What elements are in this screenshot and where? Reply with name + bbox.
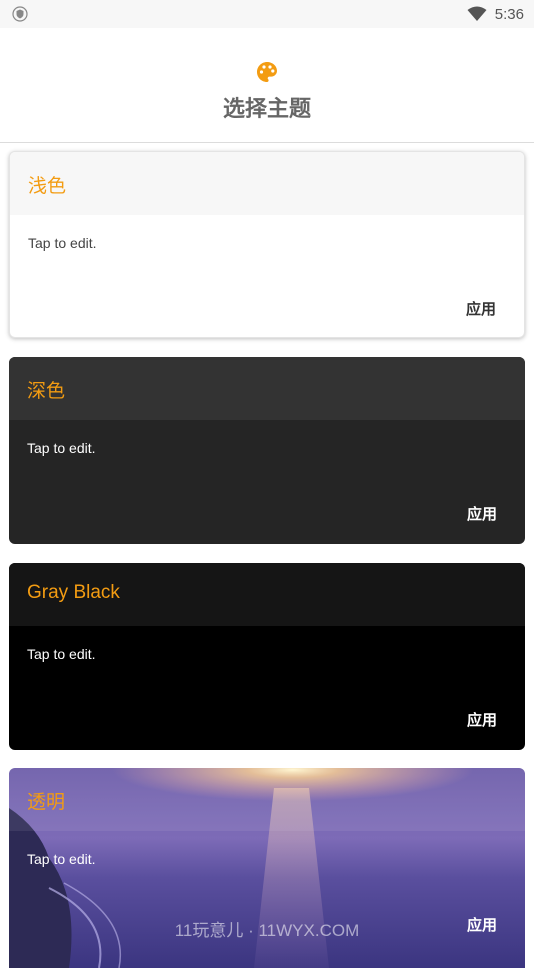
page-title: 选择主题 — [222, 97, 311, 122]
page-header: 选择主题 — [0, 28, 534, 143]
theme-card-gray-black[interactable]: Gray Black Tap to edit. 应用 — [9, 563, 525, 750]
wifi-icon — [467, 6, 487, 21]
theme-body-text[interactable]: Tap to edit. — [27, 440, 96, 456]
theme-name: Gray Black — [27, 582, 120, 603]
theme-card-header: 浅色 — [10, 152, 524, 215]
apply-button[interactable]: 应用 — [466, 298, 496, 319]
theme-card-light[interactable]: 浅色 Tap to edit. 应用 — [9, 151, 525, 338]
theme-body-text[interactable]: Tap to edit. — [27, 646, 96, 662]
shield-icon — [12, 6, 28, 22]
apply-button[interactable]: 应用 — [467, 709, 497, 730]
theme-name: 浅色 — [28, 176, 67, 197]
theme-card-header: Gray Black — [9, 563, 525, 626]
theme-name: 透明 — [27, 792, 66, 813]
status-right: 5:36 — [467, 4, 524, 24]
theme-name: 深色 — [27, 381, 66, 402]
status-time: 5:36 — [494, 5, 524, 23]
theme-body-text[interactable]: Tap to edit. — [28, 235, 97, 251]
palette-icon — [257, 62, 277, 82]
theme-body-text[interactable]: Tap to edit. — [27, 851, 96, 867]
apply-button[interactable]: 应用 — [467, 503, 497, 524]
theme-card-header: 透明 — [9, 768, 525, 831]
theme-card-header: 深色 — [9, 357, 525, 420]
status-bar: 5:36 — [0, 0, 534, 28]
watermark: 11玩意儿 · 11WYX.COM — [174, 921, 360, 940]
theme-card-dark[interactable]: 深色 Tap to edit. 应用 — [9, 357, 525, 544]
